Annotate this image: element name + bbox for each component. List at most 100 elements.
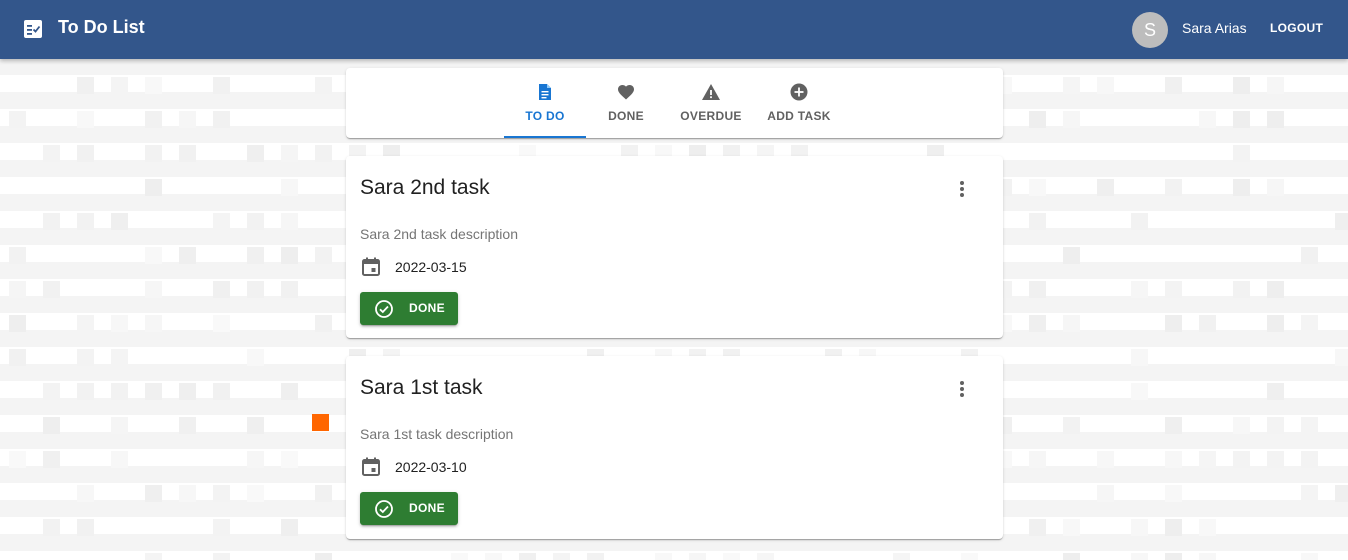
background-square: [145, 247, 162, 264]
background-square: [1233, 451, 1250, 468]
add-circle-icon: [790, 83, 808, 101]
background-square: [893, 553, 910, 560]
logout-button[interactable]: LOGOUT: [1262, 12, 1331, 44]
background-square: [1199, 451, 1216, 468]
task-date: 2022-03-15: [395, 259, 467, 275]
more-vert-icon[interactable]: [949, 376, 975, 402]
background-square: [1335, 213, 1348, 230]
background-square: [1335, 349, 1348, 366]
background-square: [1029, 451, 1046, 468]
task-date: 2022-03-10: [395, 459, 467, 475]
heart-icon: [618, 85, 634, 100]
tab-bar: TO DO DONE OVERDUE ADD TASK: [346, 68, 1003, 138]
tab-add-task[interactable]: ADD TASK: [756, 68, 842, 136]
background-square: [1267, 417, 1284, 434]
background-square: [77, 383, 94, 400]
task-card: Sara 2nd task Sara 2nd task description …: [346, 156, 1003, 338]
background-square: [145, 315, 162, 332]
background-square: [1301, 417, 1318, 434]
background-square: [1131, 383, 1148, 400]
background-square: [9, 281, 26, 298]
background-square: [145, 553, 162, 560]
background-square: [179, 111, 196, 128]
background-square: [1097, 485, 1114, 502]
done-button-label: DONE: [409, 501, 445, 515]
background-square: [247, 281, 264, 298]
background-square: [145, 383, 162, 400]
background-square: [1267, 451, 1284, 468]
background-square: [281, 179, 298, 196]
tab-label: OVERDUE: [680, 109, 742, 123]
tab-todo[interactable]: TO DO: [504, 68, 586, 138]
calendar-icon: [362, 257, 380, 276]
tab-overdue[interactable]: OVERDUE: [666, 68, 756, 136]
background-square: [43, 281, 60, 298]
background-square: [1165, 553, 1182, 560]
background-square: [179, 145, 196, 162]
background-square: [1233, 281, 1250, 298]
background-square: [1165, 485, 1182, 502]
background-square: [77, 315, 94, 332]
user-name: Sara Arias: [1182, 20, 1247, 36]
background-square: [281, 247, 298, 264]
warning-icon: [702, 84, 720, 100]
done-button[interactable]: DONE: [360, 492, 458, 525]
done-button[interactable]: DONE: [360, 292, 458, 325]
background-square: [315, 145, 332, 162]
check-circle-icon: [375, 500, 393, 518]
background-square: [1301, 247, 1318, 264]
background-square: [587, 553, 604, 560]
background-square: [281, 451, 298, 468]
background-square: [281, 281, 298, 298]
background-square: [111, 451, 128, 468]
background-square: [1301, 451, 1318, 468]
more-vert-icon[interactable]: [949, 176, 975, 202]
background-square: [1029, 519, 1046, 536]
background-square: [1097, 179, 1114, 196]
background-square: [145, 485, 162, 502]
background-square: [485, 553, 502, 560]
background-square: [1301, 553, 1318, 560]
background-square: [1131, 553, 1148, 560]
background-square: [43, 213, 60, 230]
background-square: [1267, 315, 1284, 332]
tab-done[interactable]: DONE: [586, 68, 666, 136]
background-square: [1199, 315, 1216, 332]
app-bar: To Do List S Sara Arias LOGOUT: [0, 0, 1348, 59]
background-square: [213, 315, 230, 332]
background-square: [111, 315, 128, 332]
background-square: [77, 145, 94, 162]
task-title: Sara 1st task: [360, 376, 483, 399]
background-square: [213, 485, 230, 502]
background-square: [77, 77, 94, 94]
background-square: [247, 213, 264, 230]
background-square: [1165, 451, 1182, 468]
background-square: [1199, 111, 1216, 128]
background-square: [43, 519, 60, 536]
background-square: [1335, 485, 1348, 502]
background-square: [1063, 553, 1080, 560]
background-square: [145, 145, 162, 162]
background-square: [179, 485, 196, 502]
background-square: [1165, 315, 1182, 332]
background-square: [1029, 315, 1046, 332]
background-square: [77, 213, 94, 230]
background-square: [315, 77, 332, 94]
avatar[interactable]: S: [1132, 12, 1168, 48]
background-square: [1097, 451, 1114, 468]
background-square: [145, 111, 162, 128]
background-square: [9, 111, 26, 128]
background-square: [1063, 247, 1080, 264]
background-square: [1029, 213, 1046, 230]
task-card: Sara 1st task Sara 1st task description …: [346, 356, 1003, 539]
background-square: [213, 77, 230, 94]
background-square: [1131, 349, 1148, 366]
background-square: [213, 519, 230, 536]
background-square: [213, 281, 230, 298]
background-square: [315, 485, 332, 502]
background-square: [1199, 519, 1216, 536]
background-square: [145, 179, 162, 196]
background-square: [1233, 111, 1250, 128]
background-square: [179, 247, 196, 264]
background-square: [1131, 281, 1148, 298]
